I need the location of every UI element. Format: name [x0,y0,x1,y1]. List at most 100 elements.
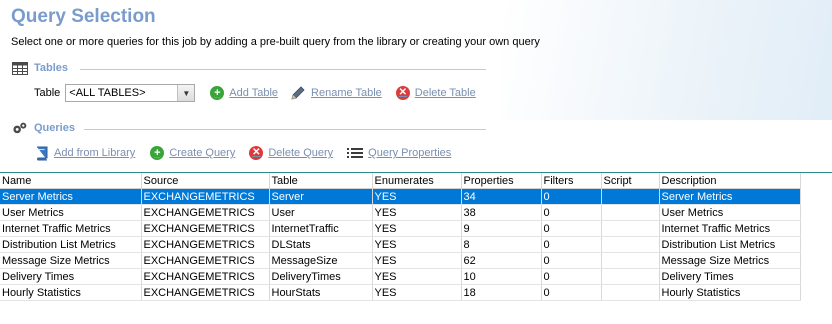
delete-query-button[interactable]: ✕ Delete Query [249,146,333,160]
cell-name: Message Size Metrics [0,252,142,269]
table-select-value: <ALL TABLES> [69,87,146,99]
cell-properties: 38 [461,204,542,221]
cell-table: Server [269,188,373,205]
cell-source: EXCHANGEMETRICS [141,252,270,269]
create-query-button[interactable]: + Create Query [150,146,235,160]
cell-table: MessageSize [269,252,373,269]
rename-table-button[interactable]: Rename Table [290,86,382,100]
delete-icon: ✕ [395,86,410,100]
add-icon: + [150,146,165,160]
chevron-down-icon[interactable]: ▼ [177,85,195,101]
table-row[interactable]: Hourly Statistics EXCHANGEMETRICS HourSt… [0,284,801,301]
page-title: Query Selection [11,6,156,27]
cell-source: EXCHANGEMETRICS [141,284,270,301]
pencil-icon [290,86,306,100]
cell-name: Server Metrics [0,188,142,205]
create-query-label: Create Query [169,147,236,159]
cell-description: Server Metrics [659,188,801,205]
cell-properties: 9 [461,220,542,237]
column-header-description[interactable]: Description [659,173,801,189]
cell-filters: 0 [541,220,602,237]
table-row[interactable]: Message Size Metrics EXCHANGEMETRICS Mes… [0,252,801,269]
cell-script [601,252,660,269]
delete-query-label: Delete Query [268,147,334,159]
table-row[interactable]: User Metrics EXCHANGEMETRICS User YES 38… [0,204,801,221]
add-table-button[interactable]: + Add Table [210,86,278,100]
cell-filters: 0 [541,284,602,301]
cell-properties: 10 [461,268,542,285]
cell-table: DeliveryTimes [269,268,373,285]
column-header-properties[interactable]: Properties [461,173,542,189]
cell-name: User Metrics [0,204,142,221]
cell-filters: 0 [541,188,602,205]
grid-header-row: Name Source Table Enumerates Properties … [0,173,801,189]
column-header-filters[interactable]: Filters [541,173,602,189]
cell-source: EXCHANGEMETRICS [141,220,270,237]
page-subtitle: Select one or more queries for this job … [11,36,540,48]
table-row[interactable]: Distribution List Metrics EXCHANGEMETRIC… [0,236,801,253]
cell-table: HourStats [269,284,373,301]
table-label: Table [34,87,61,99]
add-from-library-label: Add from Library [54,147,136,159]
query-properties-button[interactable]: Query Properties [347,146,451,160]
column-header-enumerates[interactable]: Enumerates [372,173,462,189]
cell-enumerates: YES [372,284,462,301]
column-header-name[interactable]: Name [0,173,142,189]
cell-enumerates: YES [372,220,462,237]
cell-enumerates: YES [372,268,462,285]
cell-enumerates: YES [372,204,462,221]
add-table-label: Add Table [229,87,279,99]
cell-table: DLStats [269,236,373,253]
delete-icon: ✕ [249,146,264,160]
cell-filters: 0 [541,252,602,269]
cell-properties: 62 [461,252,542,269]
delete-table-button[interactable]: ✕ Delete Table [395,86,476,100]
cell-script [601,204,660,221]
cell-name: Hourly Statistics [0,284,142,301]
cell-description: Delivery Times [659,268,801,285]
book-icon [34,146,49,160]
cell-enumerates: YES [372,252,462,269]
cell-script [601,236,660,253]
query-properties-label: Query Properties [368,147,452,159]
cell-source: EXCHANGEMETRICS [141,236,270,253]
column-header-table[interactable]: Table [269,173,373,189]
add-icon: + [210,86,225,100]
column-header-script[interactable]: Script [601,173,660,189]
cell-source: EXCHANGEMETRICS [141,204,270,221]
tables-toolbar: Table <ALL TABLES> ▼ + Add Table Rename … [34,84,476,102]
cell-description: Message Size Metrics [659,252,801,269]
cell-table: User [269,204,373,221]
table-select[interactable]: <ALL TABLES> ▼ [65,84,196,102]
cell-properties: 8 [461,236,542,253]
delete-table-label: Delete Table [414,87,476,99]
cell-filters: 0 [541,204,602,221]
table-row-selected[interactable]: Server Metrics EXCHANGEMETRICS Server YE… [0,188,801,205]
cell-source: EXCHANGEMETRICS [141,268,270,285]
cell-properties: 18 [461,284,542,301]
cell-script [601,188,660,205]
cell-table: InternetTraffic [269,220,373,237]
queries-divider [84,129,486,130]
column-header-source[interactable]: Source [141,173,270,189]
list-icon [347,146,364,160]
table-row[interactable]: Internet Traffic Metrics EXCHANGEMETRICS… [0,220,801,237]
queries-section-title: Queries [34,122,75,134]
cell-name: Distribution List Metrics [0,236,142,253]
table-row[interactable]: Delivery Times EXCHANGEMETRICS DeliveryT… [0,268,801,285]
gears-icon [12,121,28,135]
cell-properties: 34 [461,188,542,205]
cell-description: Internet Traffic Metrics [659,220,801,237]
queries-section-header: Queries [12,121,75,135]
cell-description: Hourly Statistics [659,284,801,301]
query-grid[interactable]: Name Source Table Enumerates Properties … [0,173,801,301]
cell-script [601,268,660,285]
add-from-library-button[interactable]: Add from Library [34,146,135,160]
cell-script [601,220,660,237]
cell-filters: 0 [541,236,602,253]
cell-filters: 0 [541,268,602,285]
header-background [502,0,832,120]
cell-enumerates: YES [372,236,462,253]
cell-enumerates: YES [372,188,462,205]
cell-name: Internet Traffic Metrics [0,220,142,237]
